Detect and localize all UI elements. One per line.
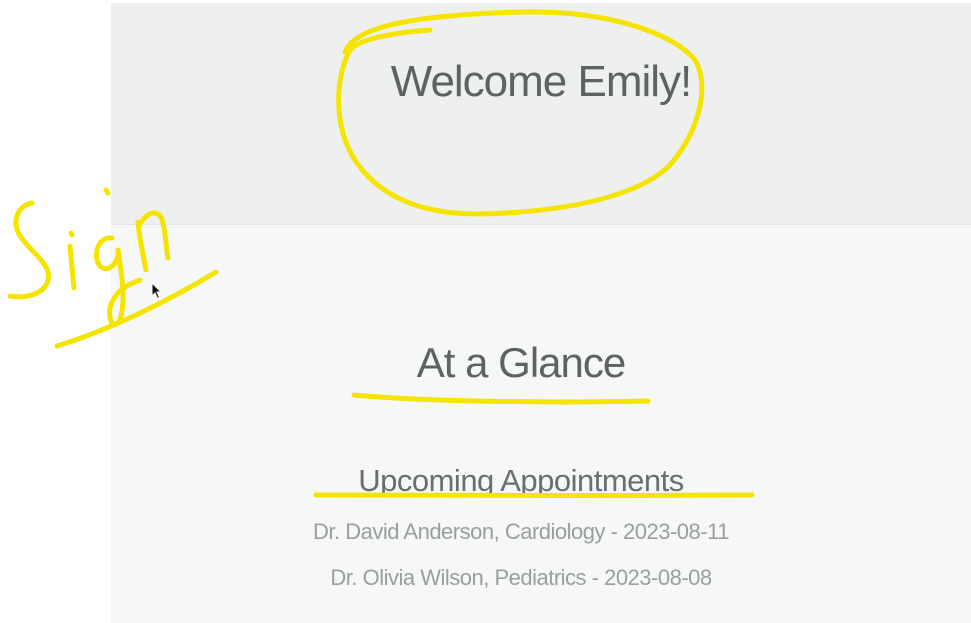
mouse-cursor-icon (151, 282, 163, 300)
welcome-banner: Welcome Emily! (111, 3, 971, 225)
welcome-heading: Welcome Emily! (390, 57, 693, 106)
app-page: Welcome Emily! At a Glance Upcoming Appo… (111, 3, 971, 623)
screenshot-stage: Welcome Emily! At a Glance Upcoming Appo… (0, 0, 971, 623)
appointment-item[interactable]: Dr. David Anderson, Cardiology - 2023-08… (111, 519, 931, 545)
at-a-glance-heading: At a Glance (416, 339, 626, 386)
upcoming-appointments-heading: Upcoming Appointments (358, 463, 684, 498)
appointment-item[interactable]: Dr. Olivia Wilson, Pediatrics - 2023-08-… (111, 565, 931, 591)
